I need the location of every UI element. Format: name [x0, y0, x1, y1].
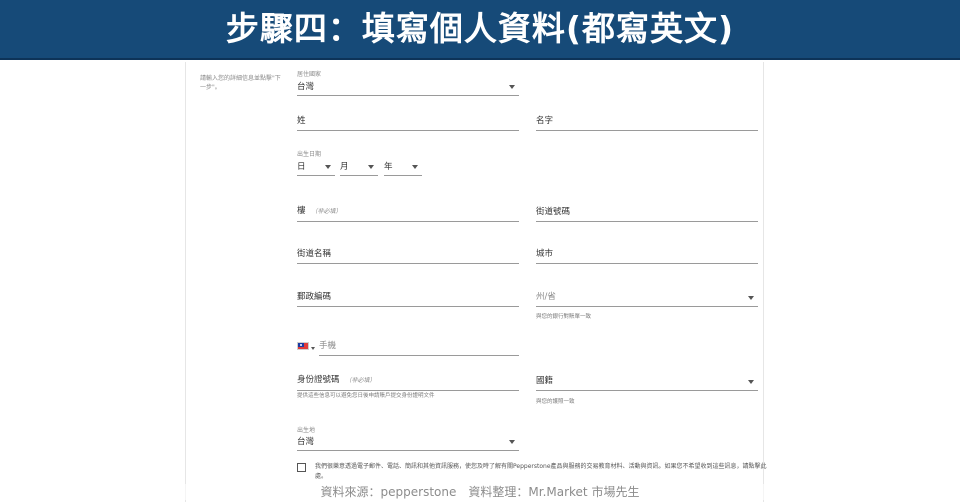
- postal-code-placeholder: 郵政編碼: [297, 292, 332, 302]
- marketing-consent-text: 我們很樂意透過電子郵件、電話、簡訊和其他資訊服務，使您及時了解有關Peppers…: [315, 463, 767, 480]
- state-select[interactable]: 州/省: [536, 290, 758, 307]
- birth-day-select[interactable]: 日: [297, 158, 335, 176]
- birth-date-caption: 出生日期: [297, 151, 322, 158]
- birth-place-select[interactable]: 台灣: [297, 434, 519, 451]
- flag-sun: [300, 344, 302, 346]
- first-name-placeholder: 名字: [536, 116, 554, 126]
- floor-input[interactable]: 樓 （非必填）: [297, 205, 519, 222]
- chevron-down-icon: [509, 85, 515, 89]
- chevron-down-icon: [368, 165, 374, 169]
- chevron-down-icon: [412, 165, 418, 169]
- id-number-helper-text: 提供這些信息可以避免您日後申請賬戶提交身份證明文件: [297, 393, 435, 399]
- mobile-placeholder: 手機: [319, 341, 337, 351]
- id-number-placeholder: 身份證號碼: [297, 375, 340, 385]
- last-name-placeholder: 姓: [297, 116, 306, 126]
- city-input[interactable]: 城市: [536, 247, 758, 264]
- id-number-optional-label: （非必填）: [345, 377, 376, 384]
- residence-country-value: 台灣: [297, 82, 315, 92]
- street-number-input[interactable]: 街道號碼: [536, 205, 758, 222]
- birth-month-select[interactable]: 月: [340, 158, 378, 176]
- floor-optional-label: （非必填）: [311, 208, 342, 215]
- first-name-input[interactable]: 名字: [536, 114, 758, 131]
- postal-code-input[interactable]: 郵政編碼: [297, 290, 519, 307]
- birth-place-value: 台灣: [297, 437, 315, 447]
- country-code-chevron-icon[interactable]: [311, 347, 315, 350]
- mobile-input[interactable]: 手機: [319, 339, 519, 356]
- nationality-helper-text: 與您的護照一致: [536, 399, 575, 405]
- birth-month-label: 月: [340, 162, 349, 172]
- nationality-select[interactable]: 國籍: [536, 374, 758, 391]
- state-placeholder: 州/省: [536, 292, 556, 302]
- chevron-down-icon: [748, 296, 754, 300]
- residence-country-select[interactable]: 台灣: [297, 78, 519, 96]
- birth-year-label: 年: [384, 162, 393, 172]
- instruction-note: 請輸入您的詳細信息並點擊"下一步"。: [200, 75, 281, 91]
- taiwan-flag-icon[interactable]: [297, 342, 309, 350]
- city-placeholder: 城市: [536, 249, 554, 259]
- floor-placeholder: 樓: [297, 206, 306, 216]
- chevron-down-icon: [325, 165, 331, 169]
- street-name-input[interactable]: 街道名稱: [297, 247, 519, 264]
- source-credit: 資料來源：pepperstone 資料整理：Mr.Market 市場先生: [0, 484, 960, 500]
- floor-placeholder-wrap: 樓 （非必填）: [297, 206, 342, 217]
- page-title: 步驟四：填寫個人資料(都寫英文): [225, 9, 735, 48]
- state-helper-text: 與您的銀行對賬單一致: [536, 314, 592, 320]
- birth-day-label: 日: [297, 162, 306, 172]
- street-number-placeholder: 街道號碼: [536, 207, 571, 217]
- last-name-input[interactable]: 姓: [297, 114, 519, 131]
- id-number-placeholder-wrap: 身份證號碼 （非必填）: [297, 375, 376, 386]
- marketing-consent-checkbox[interactable]: [297, 463, 306, 472]
- chevron-down-icon: [509, 440, 515, 444]
- id-number-input[interactable]: 身份證號碼 （非必填）: [297, 374, 519, 391]
- birth-place-caption: 出生地: [297, 427, 316, 434]
- street-name-placeholder: 街道名稱: [297, 249, 332, 259]
- title-banner: 步驟四：填寫個人資料(都寫英文): [0, 0, 960, 60]
- birth-year-select[interactable]: 年: [384, 158, 422, 176]
- chevron-down-icon: [748, 380, 754, 384]
- residence-country-caption: 居住國家: [297, 71, 322, 78]
- nationality-placeholder: 國籍: [536, 376, 554, 386]
